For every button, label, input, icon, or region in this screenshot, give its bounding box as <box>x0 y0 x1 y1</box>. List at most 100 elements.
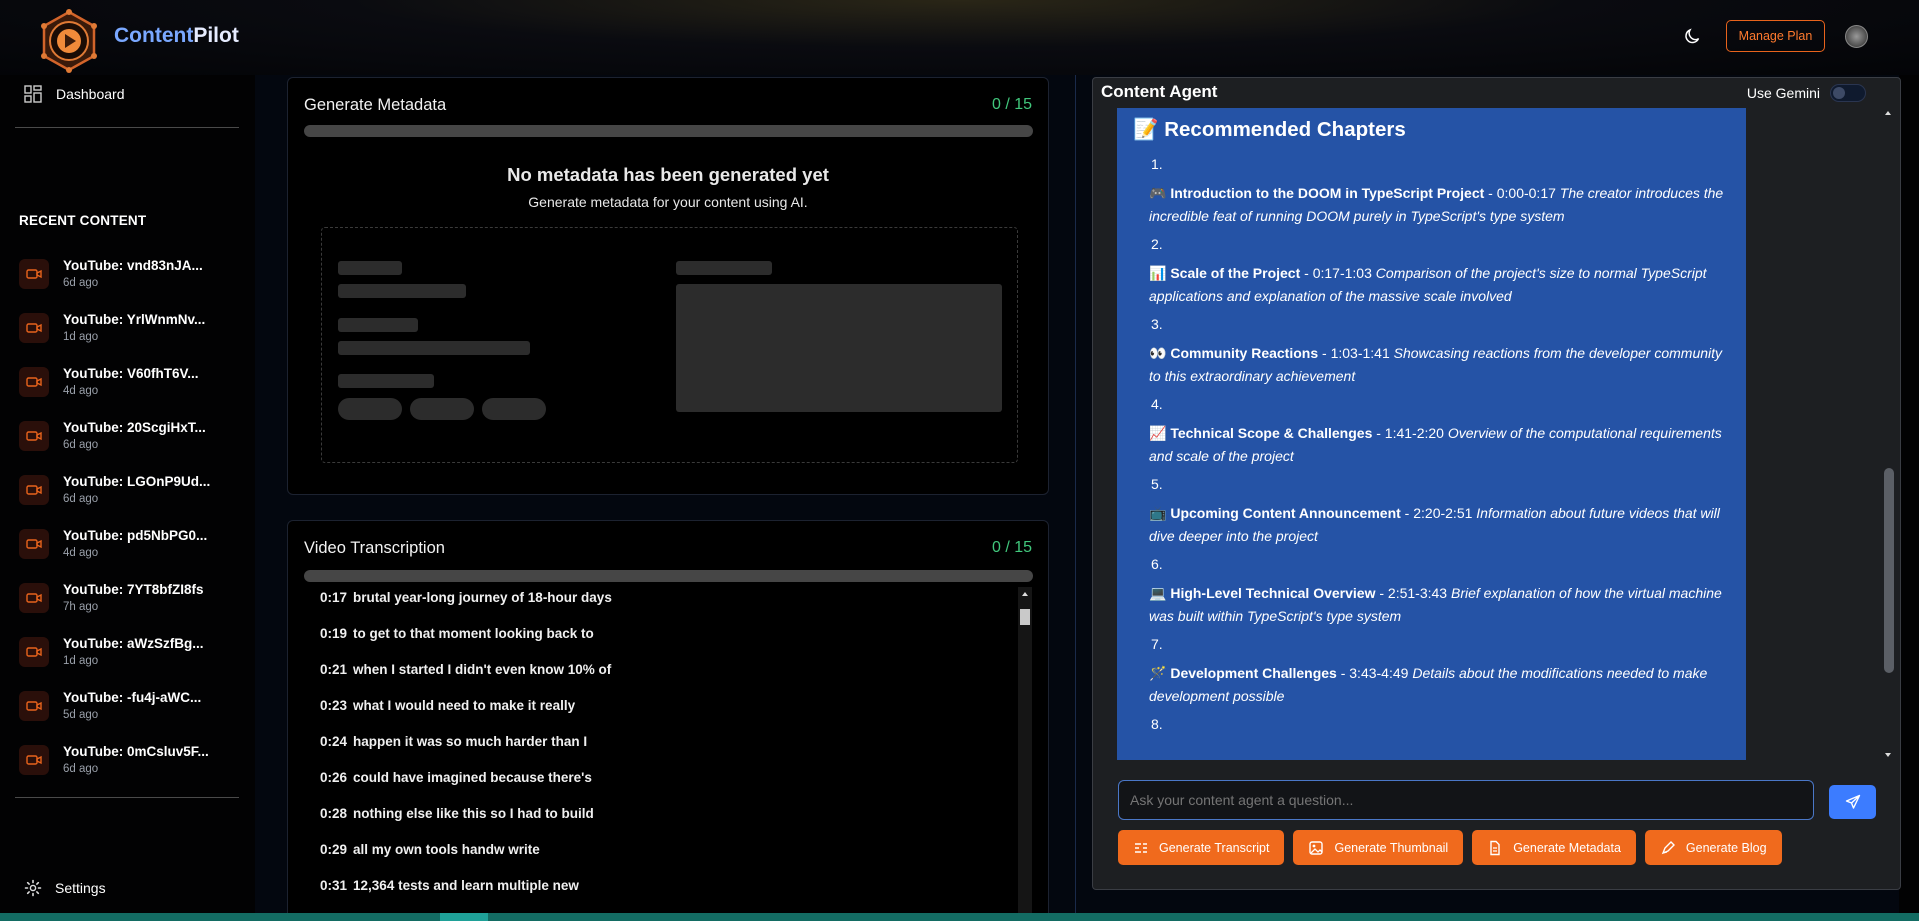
recent-content-time: 6d ago <box>63 493 99 505</box>
chapter-emoji: 💻 <box>1149 585 1171 601</box>
skeleton-line <box>338 318 418 332</box>
chapter-range: - 0:17-1:03 <box>1300 265 1376 281</box>
recent-content-time: 4d ago <box>63 385 99 397</box>
chapter-title: High-Level Technical Overview <box>1170 585 1376 601</box>
recent-content-item[interactable]: YouTube: LGOnP9Ud... 6d ago <box>19 471 244 515</box>
agent-response[interactable]: 📝 Recommended Chapters 1. 🎮 Introduction … <box>1117 108 1746 760</box>
transcript-line[interactable]: 0:24 happen it was so much harder than I <box>304 731 1033 767</box>
skeleton-line <box>338 261 402 275</box>
content-agent-panel: Content Agent Use Gemini 📝 Recommended C… <box>1092 77 1901 890</box>
use-gemini-toggle[interactable] <box>1830 84 1866 102</box>
chapter-item: 📊 Scale of the Project - 0:17-1:03 Compa… <box>1149 262 1734 308</box>
chapters-list: 1. 🎮 Introduction to the DOOM in TypeScri… <box>1149 156 1734 742</box>
generate-metadata-button[interactable]: Generate Metadata <box>1472 830 1636 865</box>
video-icon <box>19 583 49 613</box>
transcript-line[interactable]: 0:19 to get to that moment looking back t… <box>304 623 1033 659</box>
transcript-line[interactable]: 0:26 could have imagined because there's <box>304 767 1033 803</box>
top-bar: ContentPilot Manage Plan <box>0 0 1919 75</box>
brand-part-2: Pilot <box>193 24 239 47</box>
sidebar-item-settings[interactable]: Settings <box>24 879 106 897</box>
brand-part-1: Content <box>114 24 194 47</box>
video-icon <box>19 259 49 289</box>
scroll-up-icon[interactable] <box>1882 108 1894 118</box>
brand-name[interactable]: ContentPilot <box>114 24 239 48</box>
skeleton-pill <box>482 398 546 420</box>
transcript-line[interactable]: 0:23 what I would need to make it really <box>304 695 1033 731</box>
scroll-up-icon[interactable] <box>1018 588 1032 600</box>
metadata-progress-bar <box>304 125 1033 137</box>
recent-content-heading: RECENT CONTENT <box>19 213 147 228</box>
chapter-item: 👀 Community Reactions - 1:03-1:41 Showca… <box>1149 342 1734 388</box>
moon-icon[interactable] <box>1683 26 1703 46</box>
recent-content-title: YouTube: pd5NbPG0... <box>63 528 208 543</box>
recent-content-time: 6d ago <box>63 277 99 289</box>
recent-content-time: 5d ago <box>63 709 99 721</box>
agent-title: Content Agent <box>1101 82 1218 101</box>
sidebar-item-label: Settings <box>55 880 106 896</box>
recent-content-item[interactable]: YouTube: 20ScgiHxT... 6d ago <box>19 417 244 461</box>
transcript-scrollbar[interactable] <box>1018 587 1032 917</box>
chapter-number: 2. <box>1151 236 1163 252</box>
chapter-title: Introduction to the DOOM in TypeScript P… <box>1170 185 1485 201</box>
bottom-scrollbar[interactable] <box>0 913 1919 921</box>
button-label: Generate Blog <box>1685 840 1767 855</box>
recent-content-time: 6d ago <box>63 763 99 775</box>
recent-content-item[interactable]: YouTube: V60fhT6V... 4d ago <box>19 363 244 407</box>
video-icon <box>19 475 49 505</box>
transcript-list[interactable]: 0:17 brutal year-long journey of 18-hour … <box>304 587 1033 917</box>
transcript-text: when I started I didn't even know 10% of <box>353 662 612 677</box>
recent-content-item[interactable]: YouTube: 0mCsluv5F... 6d ago <box>19 741 244 785</box>
use-gemini-control[interactable]: Use Gemini <box>1747 84 1866 102</box>
transcript-line[interactable]: 0:31 12,364 tests and learn multiple new <box>304 875 1033 911</box>
chapter-title: Scale of the Project <box>1170 265 1301 281</box>
recent-content-time: 6d ago <box>63 439 99 451</box>
chapter-number: 1. <box>1151 156 1163 172</box>
scrollbar-thumb[interactable] <box>1884 468 1894 673</box>
agent-question-input[interactable] <box>1118 780 1814 820</box>
skeleton-pill <box>410 398 474 420</box>
scrollbar-thumb[interactable] <box>1020 609 1030 625</box>
transcript-line[interactable]: 0:28 nothing else like this so I had to b… <box>304 803 1033 839</box>
chapter-emoji: 👀 <box>1149 345 1171 361</box>
recent-content-item[interactable]: YouTube: YrlWnmNv... 1d ago <box>19 309 244 353</box>
recent-content-title: YouTube: YrlWnmNv... <box>63 312 206 327</box>
skeleton-thumbnail <box>676 284 1002 412</box>
chapter-number: 8. <box>1151 716 1163 732</box>
avatar[interactable] <box>1845 25 1868 48</box>
scroll-down-icon[interactable] <box>1882 750 1894 760</box>
video-icon <box>19 691 49 721</box>
recent-content-title: YouTube: V60fhT6V... <box>63 366 199 381</box>
chapters-heading: 📝 Recommended Chapters <box>1133 118 1406 141</box>
generate-blog-button[interactable]: Generate Blog <box>1644 830 1782 865</box>
sidebar-item-dashboard[interactable]: Dashboard <box>24 85 125 103</box>
skeleton-line <box>338 341 530 355</box>
transcript-timestamp: 0:19 <box>320 626 348 641</box>
manage-plan-button[interactable]: Manage Plan <box>1726 20 1825 52</box>
send-button[interactable] <box>1829 785 1876 819</box>
recent-content-item[interactable]: YouTube: 7YT8bfZI8fs 7h ago <box>19 579 244 623</box>
transcript-text: nothing else like this so I had to build <box>353 806 594 821</box>
action-buttons: Generate Transcript Generate Thumbnail Gen… <box>1118 830 1782 865</box>
recent-content-title: YouTube: aWzSzfBg... <box>63 636 204 651</box>
agent-scrollbar[interactable] <box>1882 108 1894 760</box>
generate-thumbnail-button[interactable]: Generate Thumbnail <box>1293 830 1464 865</box>
transcript-line[interactable]: 0:21 when I started I didn't even know 10… <box>304 659 1033 695</box>
generate-transcript-button[interactable]: Generate Transcript <box>1118 830 1285 865</box>
scrollbar-thumb[interactable] <box>440 913 488 921</box>
recent-content-item[interactable]: YouTube: vnd83nJA... 6d ago <box>19 255 244 299</box>
button-label: Generate Thumbnail <box>1334 840 1449 855</box>
recent-content-item[interactable]: YouTube: -fu4j-aWC... 5d ago <box>19 687 244 731</box>
recent-content-item[interactable]: YouTube: aWzSzfBg... 1d ago <box>19 633 244 677</box>
metadata-count: 0 / 15 <box>991 96 1032 113</box>
transcript-line[interactable]: 0:17 brutal year-long journey of 18-hour … <box>304 587 1033 623</box>
chapter-item: 🎮 Introduction to the DOOM in TypeScript… <box>1149 182 1734 228</box>
transcript-text: happen it was so much harder than I <box>353 734 588 749</box>
document-icon <box>1490 840 1500 855</box>
sidebar-item-label: Dashboard <box>56 86 125 102</box>
metadata-placeholder <box>321 227 1018 463</box>
transcript-timestamp: 0:29 <box>320 842 348 857</box>
recent-content-item[interactable]: YouTube: pd5NbPG0... 4d ago <box>19 525 244 569</box>
chapter-number: 6. <box>1151 556 1163 572</box>
transcript-text: to get to that moment looking back to <box>353 626 594 641</box>
transcript-line[interactable]: 0:29 all my own tools handw write <box>304 839 1033 875</box>
